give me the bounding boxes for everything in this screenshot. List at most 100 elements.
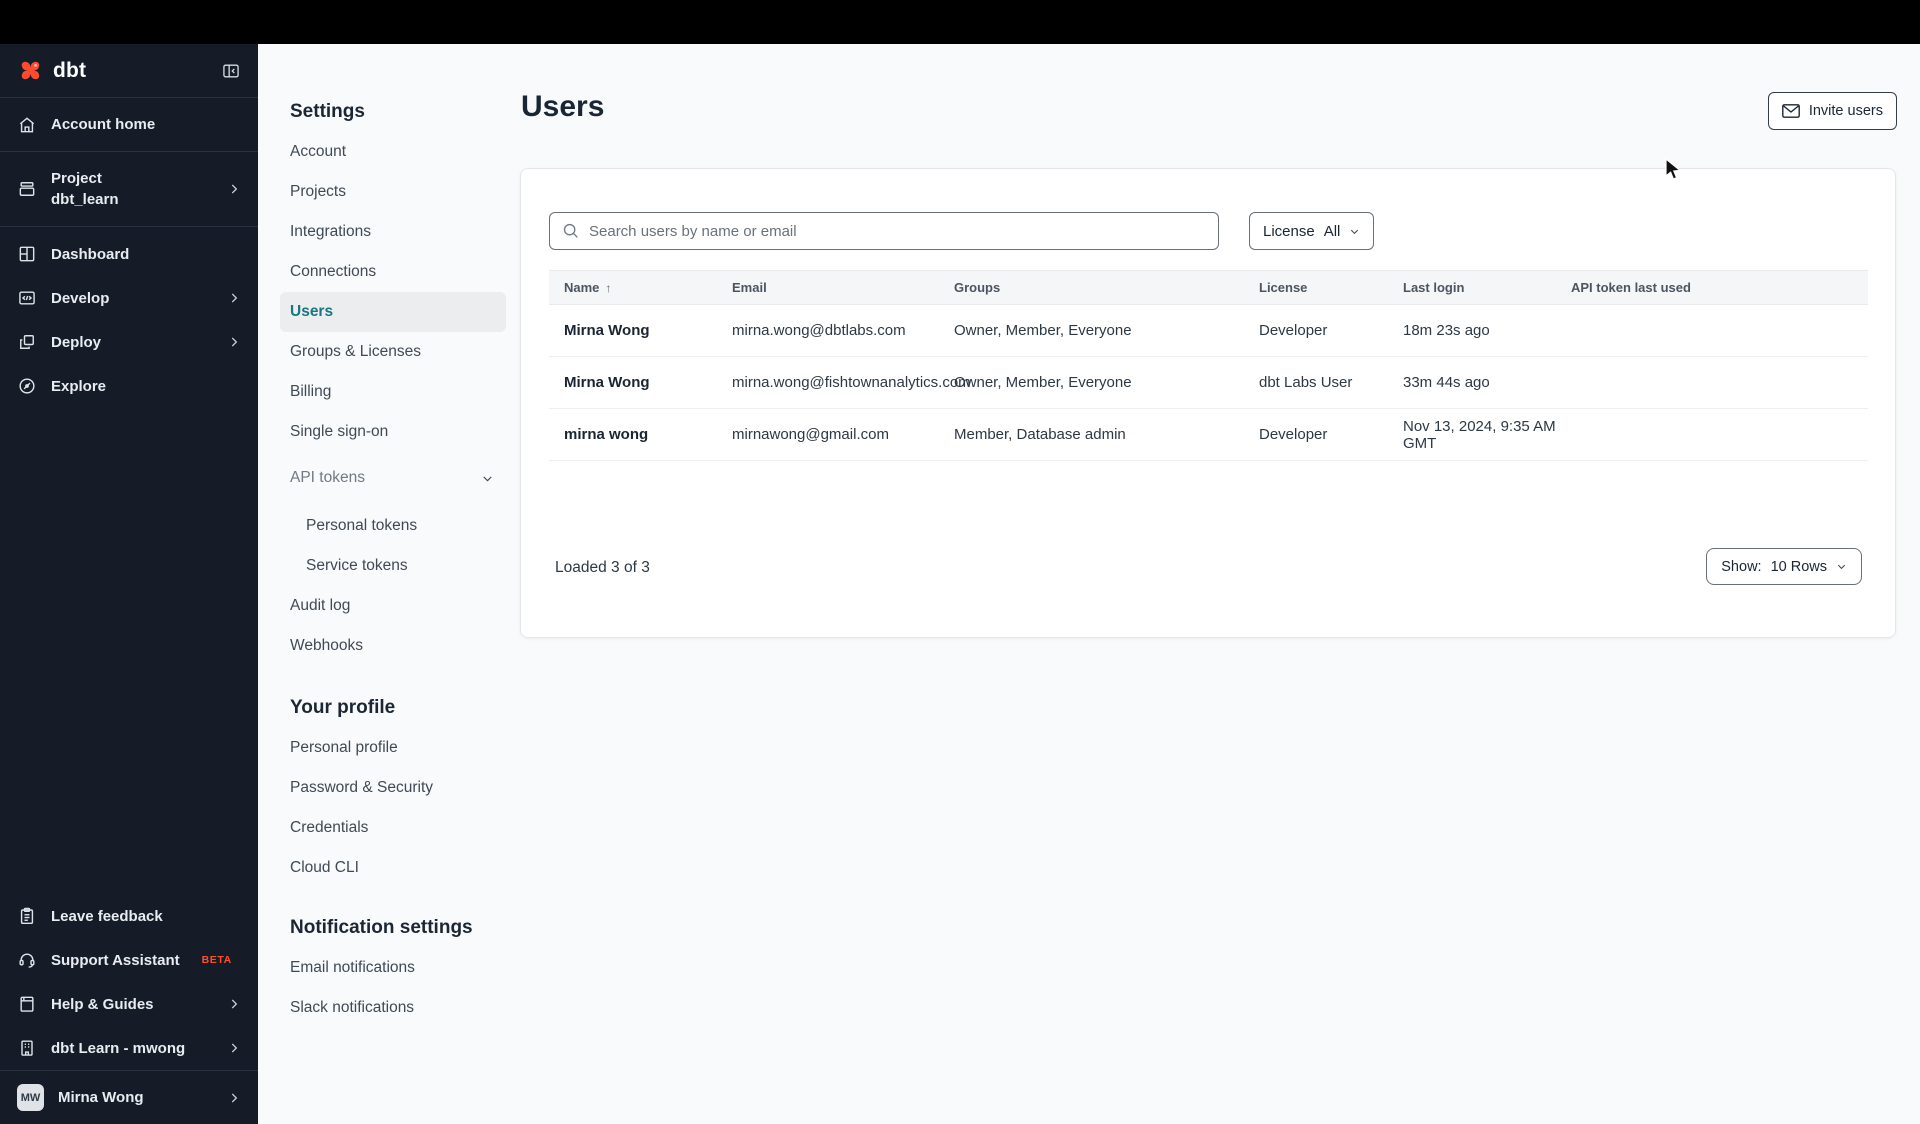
sidebar-item-label: Explore — [51, 377, 107, 395]
rows-per-page-label: Show: — [1721, 558, 1762, 575]
table-row[interactable]: Mirna Wong mirna.wong@dbtlabs.com Owner, M… — [549, 305, 1868, 357]
settings-nav-item-label: API tokens — [290, 469, 365, 486]
settings-nav-item-audit-log[interactable]: Audit log — [280, 586, 506, 626]
settings-nav-item-label: Slack notifications — [290, 999, 415, 1016]
cell-last-login: 33m 44s ago — [1403, 374, 1490, 391]
headset-icon — [17, 950, 37, 970]
settings-nav-item-password-security[interactable]: Password & Security — [280, 768, 506, 808]
search-input[interactable] — [589, 222, 1206, 240]
home-icon — [17, 115, 37, 135]
loaded-count-text: Loaded 3 of 3 — [555, 559, 650, 576]
settings-nav-item-label: Password & Security — [290, 779, 433, 796]
chevron-down-icon — [1836, 561, 1847, 572]
settings-nav-item-label: Connections — [290, 263, 377, 280]
settings-nav-item-groups-licenses[interactable]: Groups & Licenses — [280, 332, 506, 372]
settings-nav-item-single-sign-on[interactable]: Single sign-on — [280, 412, 506, 452]
settings-nav-item-billing[interactable]: Billing — [280, 372, 506, 412]
sidebar-logo-row: dbt — [0, 44, 258, 98]
settings-nav-item-connections[interactable]: Connections — [280, 252, 506, 292]
brand-name: dbt — [53, 58, 87, 82]
invite-users-label: Invite users — [1808, 103, 1883, 119]
settings-nav-item-webhooks[interactable]: Webhooks — [280, 626, 506, 666]
column-header-api-token-last-used[interactable]: API token last used — [1571, 280, 1868, 295]
sidebar-item-label: Leave feedback — [51, 907, 163, 925]
sidebar-item-dashboard[interactable]: Dashboard — [0, 232, 258, 276]
settings-nav-item-users[interactable]: Users — [280, 292, 506, 332]
settings-nav-item-label: Single sign-on — [290, 423, 389, 440]
column-header-name[interactable]: Name ↑ — [549, 280, 732, 295]
cell-email: mirnawong@gmail.com — [732, 426, 889, 443]
settings-nav-item-integrations[interactable]: Integrations — [280, 212, 506, 252]
search-box — [549, 212, 1219, 250]
settings-nav-item-label: Audit log — [290, 597, 351, 614]
cell-email: mirna.wong@fishtownanalytics.com — [732, 374, 971, 391]
chevron-right-icon — [227, 291, 241, 305]
rows-per-page-button[interactable]: Show: 10 Rows — [1706, 548, 1862, 585]
users-card: License All Name↑ Email Groups License L… — [520, 168, 1896, 638]
sidebar-item-leave-feedback[interactable]: Leave feedback — [0, 894, 258, 938]
column-header-license[interactable]: License — [1259, 280, 1403, 295]
column-header-last-login[interactable]: Last login — [1403, 280, 1571, 295]
chevron-right-icon — [227, 182, 241, 196]
settings-nav-item-personal-profile[interactable]: Personal profile — [280, 728, 506, 768]
avatar: MW — [17, 1084, 44, 1111]
cell-name: Mirna Wong — [564, 374, 650, 391]
settings-nav-item-email-notifications[interactable]: Email notifications — [280, 948, 506, 988]
settings-nav-item-service-tokens[interactable]: Service tokens — [296, 546, 506, 586]
settings-nav-item-label: Projects — [290, 183, 346, 200]
sidebar-item-dbt-learn[interactable]: dbt Learn - mwong — [0, 1026, 258, 1070]
sidebar-item-deploy[interactable]: Deploy — [0, 320, 258, 364]
sidebar-item-label: Support Assistant — [51, 951, 180, 969]
sidebar-item-help-guides[interactable]: Help & Guides — [0, 982, 258, 1026]
settings-nav-item-cloud-cli[interactable]: Cloud CLI — [280, 848, 506, 888]
settings-nav-item-label: Personal tokens — [306, 517, 418, 534]
settings-nav-item-slack-notifications[interactable]: Slack notifications — [280, 988, 506, 1028]
settings-nav-item-personal-tokens[interactable]: Personal tokens — [296, 506, 506, 546]
cell-groups: Owner, Member, Everyone — [954, 374, 1132, 391]
chevron-down-icon — [481, 472, 494, 485]
users-table-header: Name ↑ Email Groups License Last login AP… — [549, 270, 1868, 305]
settings-nav-item-label: Users — [290, 303, 334, 320]
license-filter-button[interactable]: License All — [1249, 212, 1375, 250]
dashboard-icon — [17, 244, 37, 264]
settings-nav-item-projects[interactable]: Projects — [280, 172, 506, 212]
sidebar-item-project[interactable]: Project dbt_learn — [0, 152, 258, 227]
cell-license: Developer — [1259, 322, 1328, 339]
collapse-sidebar-icon[interactable] — [221, 61, 241, 81]
sidebar-item-explore[interactable]: Explore — [0, 364, 258, 408]
cell-license: dbt Labs User — [1259, 374, 1353, 391]
sidebar-item-label: dbt Learn - mwong — [51, 1039, 186, 1057]
chevron-right-icon — [227, 997, 241, 1011]
settings-nav-item-label: Personal profile — [290, 739, 398, 756]
cell-groups: Owner, Member, Everyone — [954, 322, 1132, 339]
column-header-groups[interactable]: Groups — [954, 280, 1259, 295]
column-header-email[interactable]: Email — [732, 280, 954, 295]
table-row[interactable]: Mirna Wong mirna.wong@fishtownanalytics.c… — [549, 357, 1868, 409]
sidebar-item-support-assistant[interactable]: Support Assistant BETA — [0, 938, 258, 982]
cell-license: Developer — [1259, 426, 1328, 443]
sidebar-project-name: dbt_learn — [51, 190, 119, 208]
settings-nav-item-label: Service tokens — [306, 557, 408, 574]
users-table: Name ↑ Email Groups License Last login AP… — [549, 270, 1868, 461]
invite-users-button[interactable]: Invite users — [1767, 92, 1897, 130]
settings-nav-item-label: Webhooks — [290, 637, 363, 654]
settings-nav: Settings Account Projects Integrations Conne… — [258, 44, 528, 1028]
rows-per-page-value: 10 Rows — [1770, 558, 1827, 575]
users-table-body: Mirna Wong mirna.wong@dbtlabs.com Owner, M… — [549, 305, 1868, 461]
settings-nav-item-account[interactable]: Account — [280, 132, 506, 172]
cell-email: mirna.wong@dbtlabs.com — [732, 322, 906, 339]
settings-nav-item-label: Email notifications — [290, 959, 415, 976]
page-title: Users — [521, 90, 605, 123]
sidebar-item-develop[interactable]: Develop — [0, 276, 258, 320]
sidebar-item-account-home[interactable]: Account home — [0, 98, 258, 152]
license-filter-label: License — [1263, 222, 1315, 240]
settings-nav-item-api-tokens[interactable]: API tokens — [280, 458, 506, 498]
settings-nav-heading-settings: Settings — [290, 101, 365, 122]
sidebar-item-label: Account home — [51, 116, 156, 133]
table-row[interactable]: mirna wong mirnawong@gmail.com Member, Dat… — [549, 409, 1868, 461]
settings-nav-item-credentials[interactable]: Credentials — [280, 808, 506, 848]
settings-nav-item-label: Credentials — [290, 819, 369, 836]
explore-icon — [17, 376, 37, 396]
develop-icon — [17, 288, 37, 308]
sidebar-user-menu[interactable]: MW Mirna Wong — [0, 1070, 258, 1124]
